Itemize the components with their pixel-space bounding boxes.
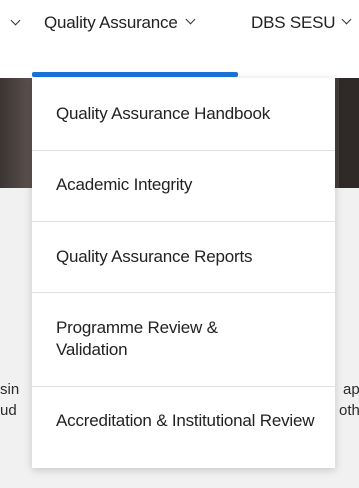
nav-item-quality-assurance[interactable]: Quality Assurance [44, 13, 196, 33]
menu-item-label: Academic Integrity [56, 175, 193, 194]
nav-item-dbs-sesu[interactable]: DBS SESU [251, 13, 352, 33]
chevron-down-icon[interactable] [10, 15, 21, 26]
active-nav-indicator [32, 72, 238, 77]
top-nav: Quality Assurance DBS SESU [0, 0, 359, 48]
background-text: app [343, 381, 359, 398]
menu-item-label: Quality Assurance Handbook [56, 104, 271, 123]
chevron-down-icon [341, 14, 352, 25]
menu-item-label: Accreditation & Institutional Review [56, 411, 315, 430]
background-text: oth [339, 402, 359, 419]
menu-item-label: Programme Review & Validation [56, 318, 218, 359]
background-text: sin [0, 381, 20, 398]
menu-item-label: Quality Assurance Reports [56, 247, 253, 266]
menu-item-academic-integrity[interactable]: Academic Integrity [32, 150, 335, 222]
nav-item-label: Quality Assurance [44, 13, 178, 32]
hero-image-edge [339, 78, 359, 188]
quality-assurance-dropdown: Quality Assurance Handbook Academic Inte… [32, 78, 335, 468]
menu-item-qa-reports[interactable]: Quality Assurance Reports [32, 221, 335, 293]
background-text: ud [0, 402, 17, 419]
chevron-down-icon [185, 14, 196, 25]
menu-item-qa-handbook[interactable]: Quality Assurance Handbook [32, 78, 335, 151]
menu-item-programme-review[interactable]: Programme Review & Validation [32, 292, 335, 387]
menu-item-accreditation[interactable]: Accreditation & Institutional Review [32, 386, 335, 468]
nav-item-label: DBS SESU [251, 13, 336, 32]
